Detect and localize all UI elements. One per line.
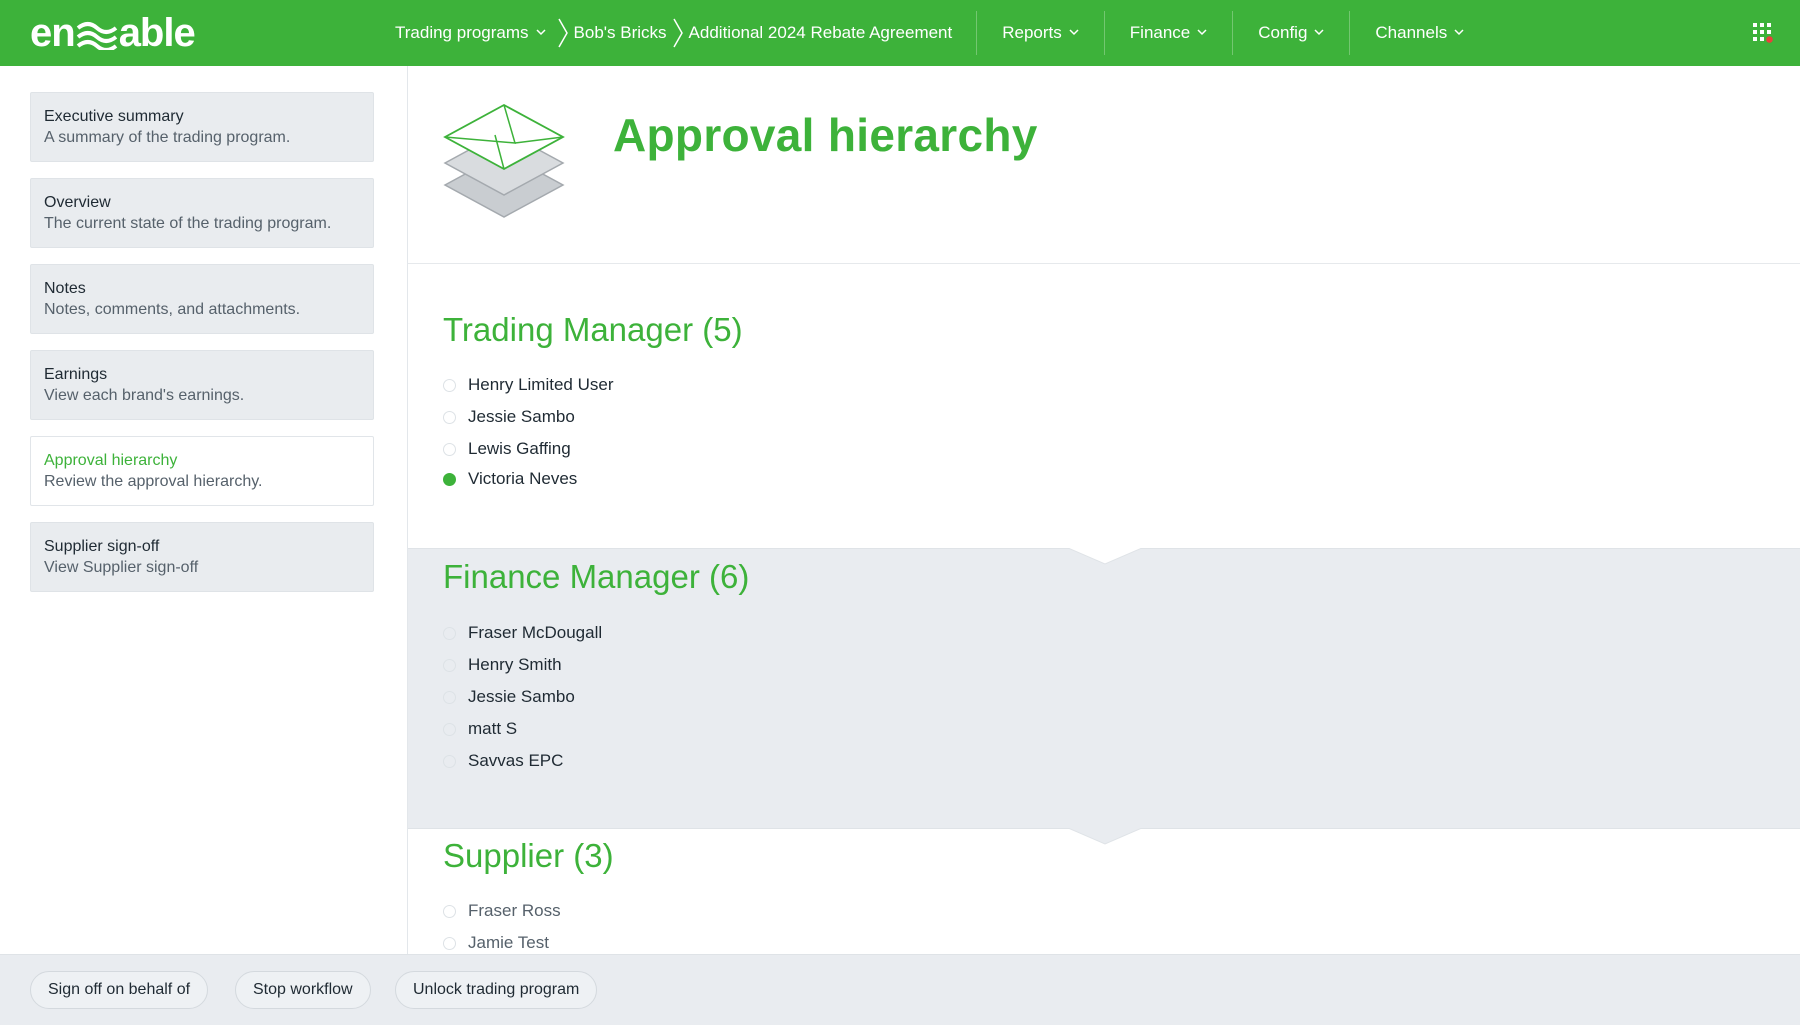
pending-status-icon (443, 936, 456, 950)
sign-off-on-behalf-button[interactable]: Sign off on behalf of (30, 971, 209, 1009)
approver-name: Lewis Gaffing (468, 439, 571, 458)
sidebar-item-earnings[interactable]: Earnings View each brand's earnings. (30, 350, 374, 420)
section-finance-manager: Finance Manager (6) Fraser McDougall Hen… (408, 548, 1800, 828)
main-content: Approval hierarchy Trading Manager (5) H… (408, 66, 1800, 954)
pending-status-icon (443, 722, 456, 736)
approver-name: Fraser Ross (468, 901, 561, 920)
nav-channels[interactable]: Channels (1350, 0, 1489, 66)
stop-workflow-button[interactable]: Stop workflow (235, 971, 371, 1009)
approver-name: Henry Limited User (468, 375, 614, 394)
breadcrumb-bobs-bricks[interactable]: Bob's Bricks (574, 0, 667, 66)
sidebar-item-subtitle: Notes, comments, and attachments. (44, 301, 301, 318)
approver-row: Savvas EPC (443, 751, 563, 771)
sidebar-item-approval-hierarchy[interactable]: Approval hierarchy Review the approval h… (30, 436, 374, 506)
section-heading: Finance Manager (6) (443, 558, 750, 595)
sidebar-item-title: Earnings (44, 366, 108, 383)
chevron-down-icon (1069, 27, 1079, 39)
section-heading: Supplier (3) (443, 837, 614, 874)
sidebar-item-title: Executive summary (44, 108, 184, 125)
pending-status-icon (443, 410, 456, 424)
logo-text-left: en (30, 10, 76, 55)
nav-channels-label: Channels (1375, 23, 1448, 42)
enable-logo[interactable]: en able (30, 10, 196, 55)
breadcrumb-rebate-agreement[interactable]: Additional 2024 Rebate Agreement (689, 0, 977, 66)
chevron-down-icon (1454, 27, 1464, 39)
pending-status-icon (443, 626, 456, 640)
page-title: Approval hierarchy (613, 109, 1038, 161)
sidebar-item-subtitle: A summary of the trading program. (44, 129, 291, 146)
sidebar-item-subtitle: Review the approval hierarchy. (44, 473, 263, 490)
section-supplier: Supplier (3) Fraser Ross Jamie Test (408, 828, 1800, 954)
breadcrumb-separator-icon (667, 0, 689, 66)
section-pointer-icon (1068, 548, 1142, 565)
apps-grid-icon[interactable] (1752, 22, 1774, 44)
approver-row: Fraser McDougall (443, 623, 602, 643)
pending-status-icon (443, 658, 456, 672)
approver-name: Victoria Neves (468, 469, 578, 488)
sidebar-item-title: Supplier sign-off (44, 538, 160, 555)
main-nav: Trading programs Bob's Bricks Additional… (370, 0, 1489, 66)
section-pointer-icon (1068, 828, 1142, 845)
nav-finance-label: Finance (1129, 23, 1191, 42)
approver-row: Henry Smith (443, 655, 562, 675)
sidebar-item-subtitle: View each brand's earnings. (44, 387, 245, 404)
section-heading: Trading Manager (5) (443, 311, 743, 348)
approver-row: Lewis Gaffing (443, 439, 571, 459)
sidebar-item-executive-summary[interactable]: Executive summary A summary of the tradi… (30, 92, 374, 162)
approver-row: Jamie Test (443, 933, 549, 953)
approver-name: Jessie Sambo (468, 407, 575, 426)
sidebar-item-notes[interactable]: Notes Notes, comments, and attachments. (30, 264, 374, 334)
sidebar-item-overview[interactable]: Overview The current state of the tradin… (30, 178, 374, 248)
nav-finance[interactable]: Finance (1105, 0, 1232, 66)
envelope-stack-icon (443, 99, 565, 221)
chevron-down-icon (536, 27, 546, 39)
approver-name: Henry Smith (468, 655, 562, 674)
nav-trading-programs[interactable]: Trading programs (370, 0, 552, 66)
sidebar-item-title: Overview (44, 194, 111, 211)
nav-config-label: Config (1258, 23, 1308, 42)
approver-name: Fraser McDougall (468, 623, 603, 642)
nav-trading-programs-label: Trading programs (395, 23, 529, 42)
approver-name: Jessie Sambo (468, 687, 575, 706)
nav-reports-label: Reports (1002, 23, 1062, 42)
pending-status-icon (443, 754, 456, 768)
sidebar-item-title: Approval hierarchy (44, 452, 178, 469)
action-footer: Sign off on behalf of Stop workflow Unlo… (0, 954, 1800, 1025)
sidebar-item-title: Notes (44, 280, 86, 297)
approver-name: matt S (468, 719, 518, 738)
pending-status-icon (443, 904, 456, 918)
pending-status-icon (443, 378, 456, 392)
approver-row: Henry Limited User (443, 375, 614, 395)
pending-status-icon (443, 690, 456, 704)
approver-name: Savvas EPC (468, 751, 564, 770)
sidebar-item-subtitle: View Supplier sign-off (44, 559, 199, 576)
approver-row: Victoria Neves (443, 469, 577, 489)
sidebar-item-supplier-sign-off[interactable]: Supplier sign-off View Supplier sign-off (30, 522, 374, 592)
approver-row: Fraser Ross (443, 901, 561, 921)
approver-row: Jessie Sambo (443, 687, 575, 707)
chevron-down-icon (1197, 27, 1207, 39)
logo-wave-icon (76, 22, 117, 50)
top-navigation-bar: en able Trading programs Bob's Bricks Ad… (0, 0, 1800, 66)
unlock-trading-program-button[interactable]: Unlock trading program (395, 971, 598, 1009)
approver-row: Jessie Sambo (443, 407, 575, 427)
chevron-down-icon (1314, 27, 1324, 39)
approved-status-icon (443, 472, 456, 486)
logo-text-right: able (118, 10, 196, 55)
nav-config[interactable]: Config (1233, 0, 1349, 66)
approver-name: Jamie Test (468, 933, 549, 952)
approver-row: matt S (443, 719, 517, 739)
page-header: Approval hierarchy (408, 66, 1800, 264)
sidebar: Executive summary A summary of the tradi… (0, 66, 408, 954)
nav-reports[interactable]: Reports (977, 0, 1104, 66)
breadcrumb-separator-icon (552, 0, 574, 66)
sidebar-item-subtitle: The current state of the trading program… (44, 215, 332, 232)
pending-status-icon (443, 442, 456, 456)
